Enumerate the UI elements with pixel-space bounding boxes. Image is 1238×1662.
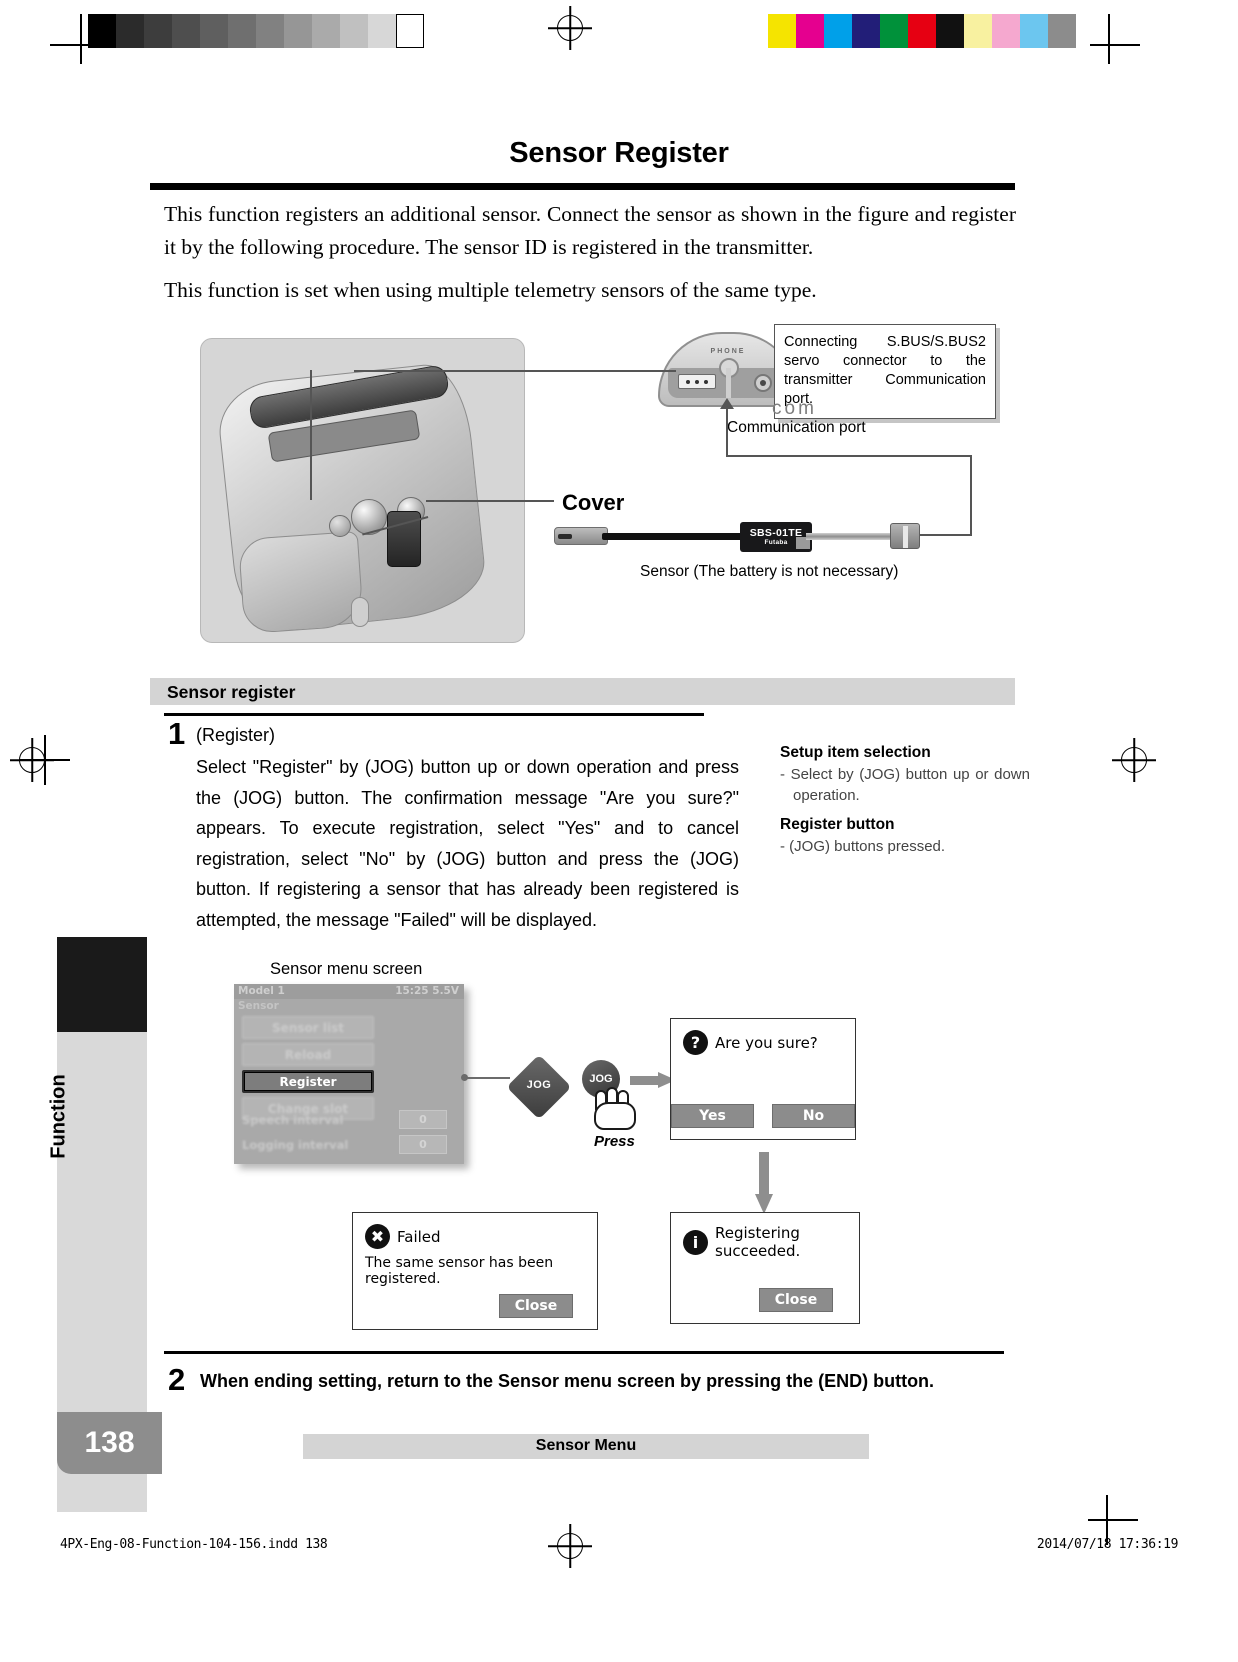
page-number: 138 (84, 1426, 135, 1459)
section-band-label: Sensor register (167, 682, 296, 702)
error-icon: ✖ (365, 1224, 390, 1249)
dialog-failed-message: The same sensor has been registered. (365, 1255, 554, 1287)
leader-line-cover (426, 500, 554, 502)
side-note-heading-1: Register button (780, 816, 895, 833)
page-number-box: 138 (57, 1412, 162, 1474)
info-icon: i (683, 1229, 708, 1255)
print-slug-filename: 4PX-Eng-08-Function-104-156.indd 138 (60, 1537, 328, 1552)
registration-mark-top (548, 6, 592, 50)
failed-close-button[interactable]: Close (499, 1294, 573, 1318)
step2-body: When ending setting, return to the Senso… (200, 1371, 935, 1391)
lcd-setting-value-logging[interactable]: 0 (399, 1135, 447, 1154)
lcd-setting-logging-interval[interactable]: Logging interval 0 (242, 1134, 447, 1155)
dialog-are-you-sure: ? Are you sure? Yes No (670, 1018, 856, 1140)
page-title: Sensor Register (509, 137, 729, 169)
step1-heading: (Register) (196, 725, 276, 745)
manual-page: Sensor Register This function registers … (0, 0, 1238, 1662)
side-tab-marker (57, 937, 147, 1032)
leader-line-port (354, 370, 676, 372)
lcd-menu-list: Sensor list Reload Register Change slot (242, 1016, 374, 1124)
side-note-heading-0: Setup item selection (780, 744, 931, 761)
step2-number: 2 (168, 1362, 186, 1397)
no-button[interactable]: No (772, 1104, 855, 1128)
lcd-setting-speech-interval[interactable]: Speech interval 0 (242, 1109, 447, 1130)
servo-connector-plug (554, 527, 608, 545)
step1-body: Select "Register" by (JOG) button up or … (196, 757, 739, 930)
side-note-text-0: - Select by (JOG) button up or down oper… (780, 766, 1030, 804)
registration-mark-left (10, 738, 54, 782)
sensor-menu-screen: Model 1 15:25 5.5V Sensor Sensor list Re… (234, 984, 464, 1164)
intro-block: This function registers an additional se… (164, 198, 1016, 317)
lcd-menu-item-sensor-list[interactable]: Sensor list (242, 1016, 374, 1039)
lcd-screen-title: Sensor (238, 1000, 279, 1012)
lcd-setting-label-speech: Speech interval (242, 1112, 344, 1127)
jog-dial-pad-icon[interactable]: JOG (506, 1054, 572, 1120)
lcd-model-name: Model 1 (238, 985, 285, 997)
grayscale-wedge (88, 14, 424, 48)
sensor-brand-label: Futaba (764, 539, 788, 546)
side-tab-label: Function (47, 1074, 70, 1159)
flow-arrow-down-icon (755, 1152, 773, 1214)
crop-mark-top-right (1090, 14, 1140, 64)
connection-figure: PHONE Connecting S.BUS/S.BUS2 servo conn… (150, 320, 1030, 660)
color-control-bar (768, 14, 1076, 48)
leader-line-port-vert (310, 370, 312, 500)
step2-divider (164, 1351, 1004, 1354)
side-note-block: Setup item selection - Select by (JOG) b… (780, 744, 1030, 867)
lcd-menu-item-reload[interactable]: Reload (242, 1043, 374, 1066)
side-note-text-1: - (JOG) buttons pressed. (780, 838, 946, 855)
lcd-setting-label-logging: Logging interval (242, 1137, 349, 1152)
leader-line-cable-v (970, 455, 972, 535)
pressing-hand-icon (592, 1087, 638, 1130)
communication-port-icon (678, 374, 716, 389)
sensor-cable: SBS-01TE Futaba (550, 520, 950, 552)
lcd-setting-value-speech[interactable]: 0 (399, 1110, 447, 1129)
dialog-registering-succeeded: i Registering succeeded. Close (670, 1212, 860, 1324)
yes-button[interactable]: Yes (671, 1104, 754, 1128)
com-logo: com (772, 398, 817, 419)
lcd-status-bar: Model 1 15:25 5.5V (234, 984, 464, 999)
footer-band: Sensor Menu (303, 1434, 869, 1459)
jog-pad-label: JOG (526, 1079, 552, 1091)
sensor-caption: Sensor (The battery is not necessary) (640, 563, 899, 580)
section-band-sensor-register: Sensor register (150, 678, 1015, 705)
cover-label: Cover (562, 490, 625, 515)
dialog-failed-title: Failed (397, 1227, 441, 1246)
dc-jack-icon (754, 374, 772, 392)
print-slug-timestamp: 2014/07/18 17:36:19 (1036, 1537, 1179, 1552)
footer-band-label: Sensor Menu (535, 1437, 637, 1454)
step1-divider (164, 713, 704, 716)
dialog-confirm-title: Are you sure? (715, 1033, 818, 1052)
registration-mark-bottom (548, 1524, 592, 1568)
registration-mark-right (1112, 738, 1156, 782)
transmitter-photo (200, 338, 525, 643)
sensor-model-label: SBS-01TE (749, 527, 803, 539)
dialog-success-title: Registering succeeded. (715, 1224, 801, 1260)
lcd-status-values: 15:25 5.5V (395, 985, 459, 997)
intro-paragraph-1: This function registers an additional se… (164, 202, 1016, 259)
step1-number: 1 (168, 716, 186, 751)
success-close-button[interactable]: Close (759, 1288, 833, 1312)
lcd-menu-item-register[interactable]: Register (242, 1070, 374, 1093)
sbus-connector-plug (890, 523, 920, 549)
leader-line-arrow-shaft (726, 404, 728, 456)
communication-port-label: Communication port (727, 419, 866, 436)
dialog-failed: ✖ Failed The same sensor has been regist… (352, 1212, 598, 1330)
lcd-caption: Sensor menu screen (270, 960, 423, 978)
intro-paragraph-2: This function is set when using multiple… (164, 278, 817, 302)
lcd-to-jog-line (464, 1077, 510, 1079)
title-divider (150, 183, 1015, 190)
leader-line-cable-h (726, 455, 972, 457)
press-label: Press (594, 1133, 635, 1150)
leader-arrow-head (720, 398, 734, 409)
question-icon: ? (683, 1030, 708, 1055)
